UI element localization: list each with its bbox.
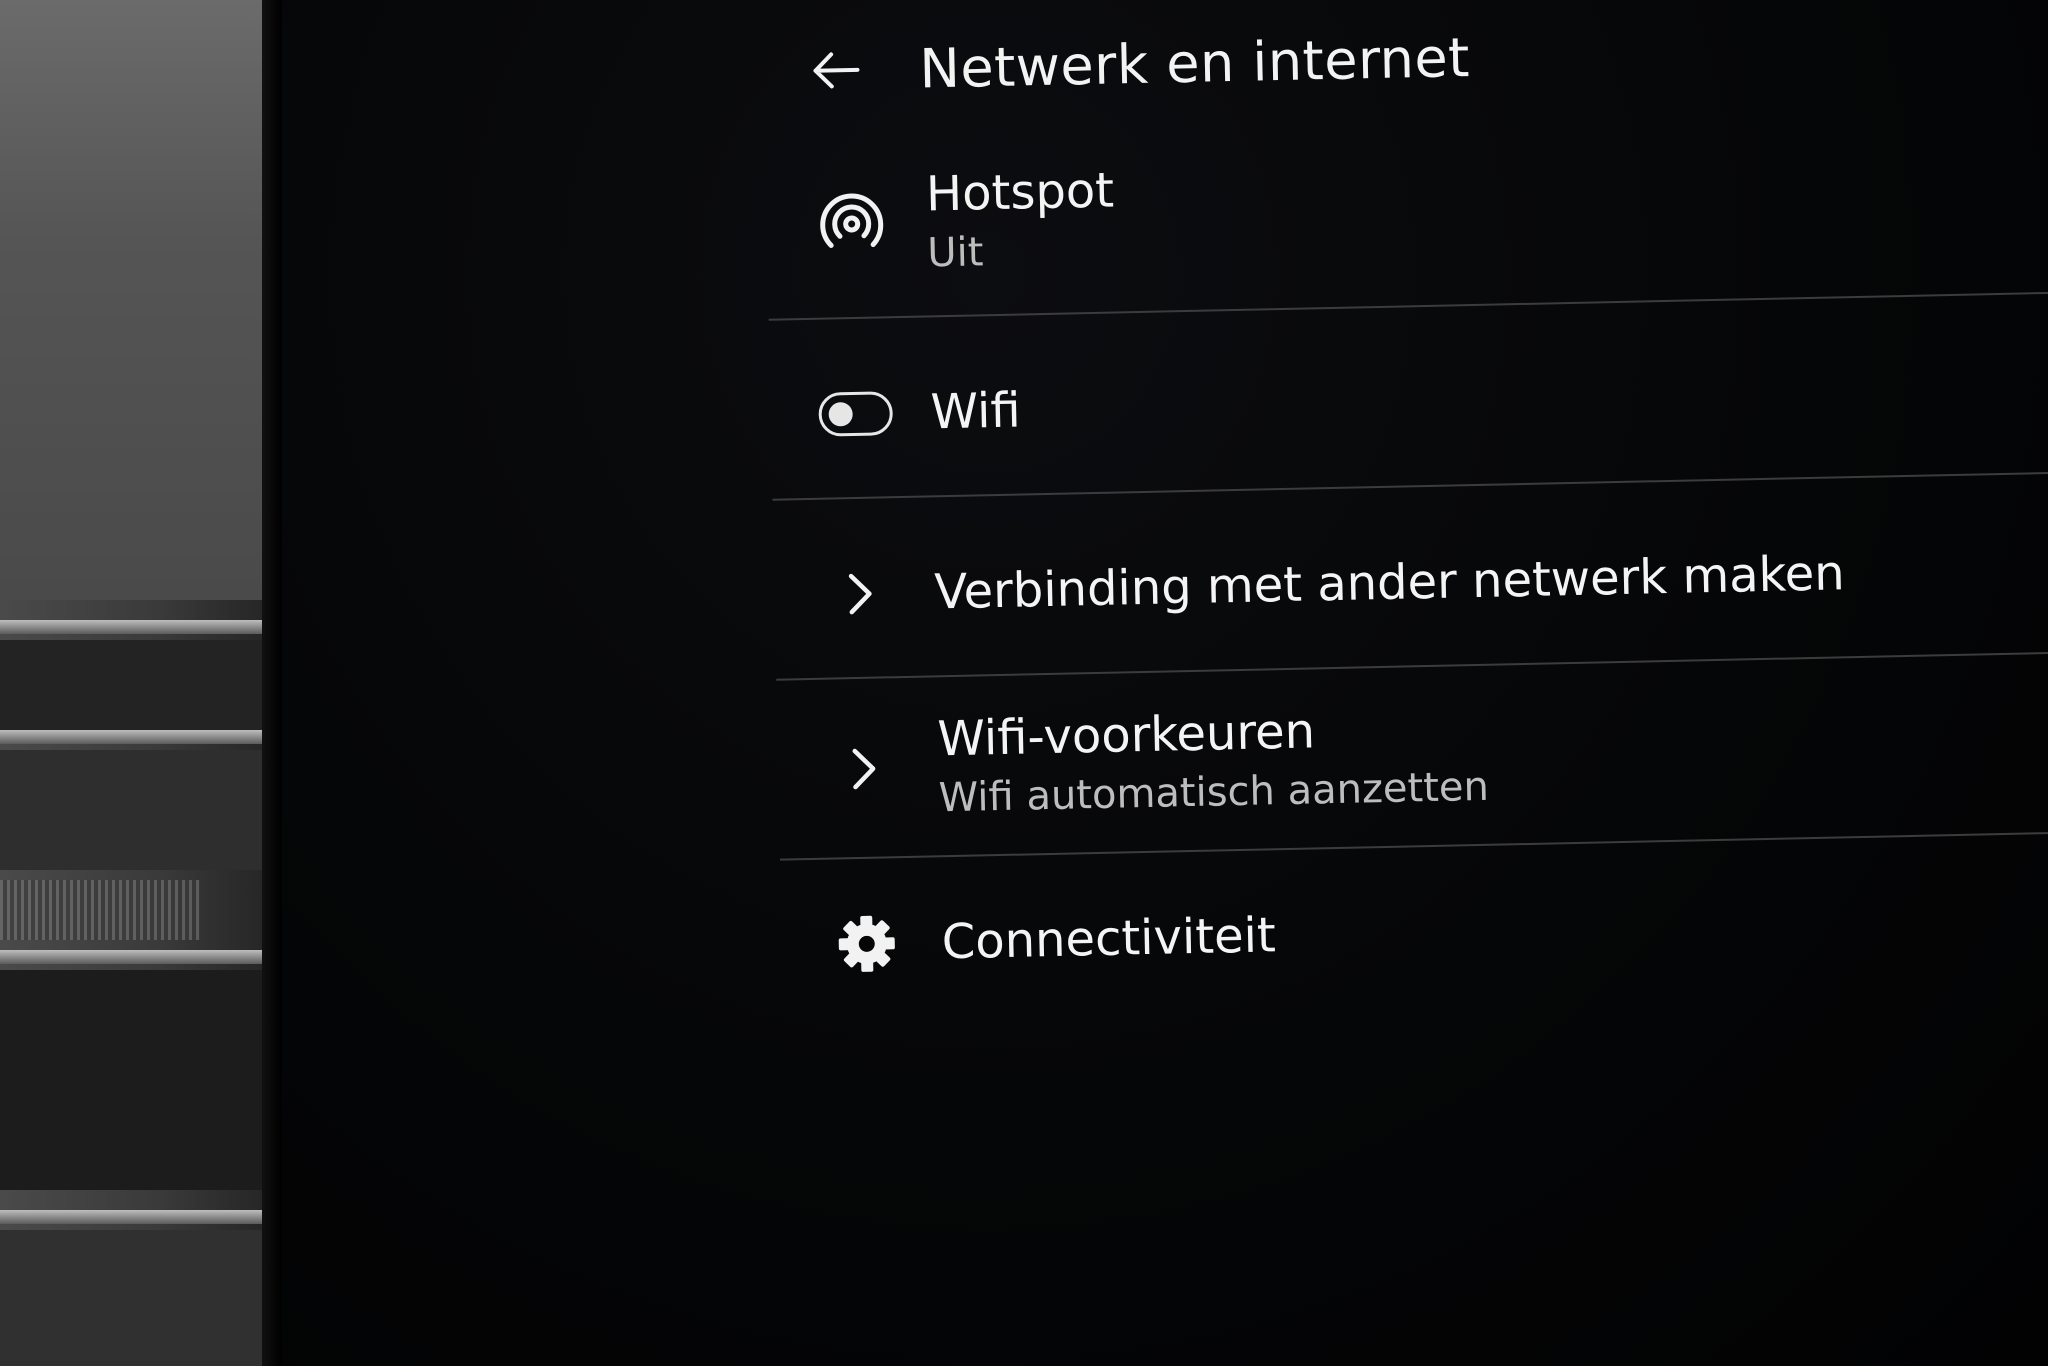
wifi-toggle-wrap <box>800 391 911 437</box>
chevron-right-icon <box>848 573 872 615</box>
list-item-connectivity[interactable]: Connectiviteit <box>790 851 2048 1011</box>
chrome-strip <box>0 950 262 964</box>
settings-page: Netwerk en internet Hotspot Uit Wifi Ver… <box>768 0 2048 1100</box>
hotspot-text: Hotspot Uit <box>925 160 1115 282</box>
chevron-wrap <box>804 569 915 619</box>
list-item-hotspot[interactable]: Hotspot Uit <box>775 121 2048 301</box>
toggle-knob <box>828 402 853 427</box>
hotspot-icon-wrap <box>796 191 907 257</box>
hotspot-label: Hotspot <box>925 162 1115 223</box>
back-button[interactable] <box>803 38 868 103</box>
page-title: Netwerk en internet <box>918 25 1471 101</box>
page-header: Netwerk en internet <box>803 22 1471 106</box>
list-item-connect-other-network[interactable]: Verbinding met ander netwerk maken <box>783 491 2048 671</box>
list-item-wifi[interactable]: Wifi <box>779 321 2048 481</box>
gear-icon <box>838 915 895 972</box>
dark-band <box>0 750 262 870</box>
chevron-right-icon <box>852 748 876 790</box>
gear-wrap <box>811 911 922 977</box>
wifi-prefs-text: Wifi-voorkeuren Wifi automatisch aanzett… <box>937 697 1490 826</box>
screen-bezel <box>262 0 282 1366</box>
dark-band <box>0 640 262 730</box>
wifi-toggle[interactable] <box>818 391 894 437</box>
chrome-strip <box>0 620 262 634</box>
wifi-label: Wifi <box>930 382 1022 441</box>
air-vent <box>0 880 200 940</box>
chrome-strip <box>0 730 262 744</box>
hotspot-status: Uit <box>926 229 984 277</box>
dashboard-panel <box>0 0 262 600</box>
wifi-prefs-label: Wifi-voorkeuren <box>936 703 1316 768</box>
chrome-strip <box>0 1210 262 1224</box>
dashboard-trim <box>0 0 265 1366</box>
connect-other-label: Verbinding met ander netwerk maken <box>933 545 1846 621</box>
wifi-prefs-subtitle: Wifi automatisch aanzetten <box>938 763 1490 822</box>
connectivity-label: Connectiviteit <box>941 907 1277 971</box>
list-item-wifi-preferences[interactable]: Wifi-voorkeuren Wifi automatisch aanzett… <box>786 661 2048 851</box>
dark-band <box>0 970 262 1190</box>
connect-other-text: Verbinding met ander netwerk maken <box>934 542 1845 623</box>
arrow-left-icon <box>813 52 860 89</box>
infotainment-screen: Netwerk en internet Hotspot Uit Wifi Ver… <box>282 0 2048 1366</box>
photo-scene: Netwerk en internet Hotspot Uit Wifi Ver… <box>0 0 2048 1366</box>
chevron-wrap <box>808 744 919 794</box>
dark-band <box>0 1230 262 1366</box>
connectivity-text: Connectiviteit <box>941 904 1276 973</box>
hotspot-icon <box>820 193 884 248</box>
wifi-text: Wifi <box>930 380 1021 444</box>
